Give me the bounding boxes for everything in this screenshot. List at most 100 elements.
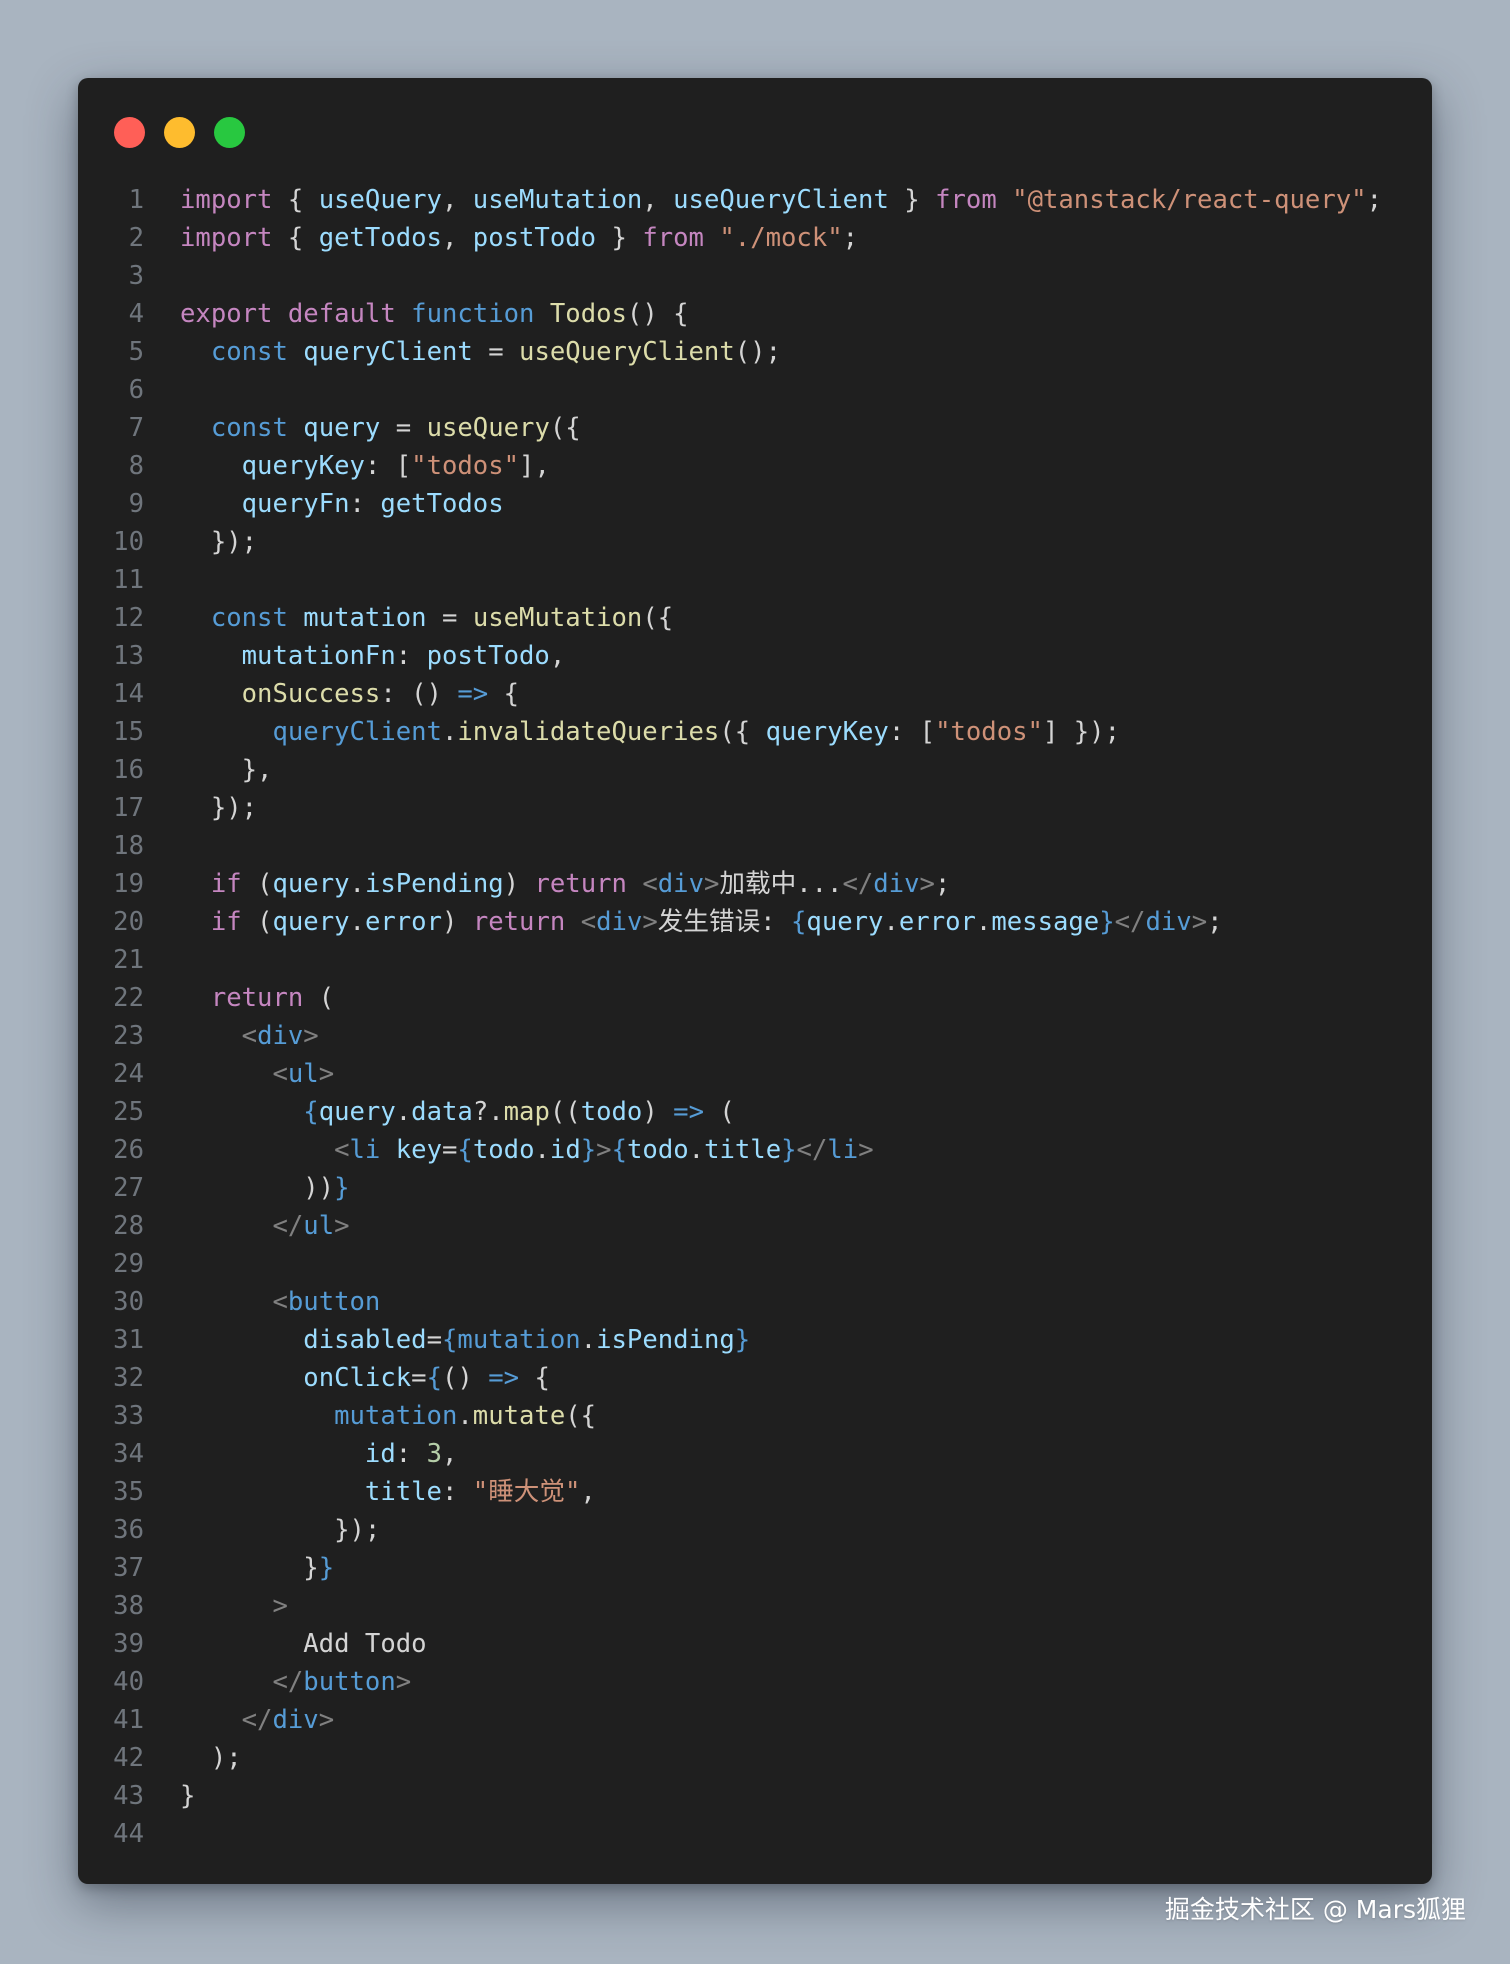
line-content: const queryClient = useQueryClient();: [180, 333, 781, 371]
code-token: from: [642, 223, 704, 253]
code-token: <: [642, 869, 658, 899]
code-token: >: [303, 1021, 319, 1051]
line-number: 27: [113, 1173, 144, 1203]
code-token: =>: [457, 679, 489, 709]
code-token: }: [180, 1781, 196, 1811]
line-content: );: [180, 1739, 242, 1777]
code-token: :: [349, 489, 381, 519]
line-number: 5: [128, 337, 144, 367]
code-token: <: [334, 1135, 350, 1165]
code-token: (: [241, 869, 273, 899]
code-token: id: [364, 1439, 396, 1469]
line-content: mutation.mutate({: [180, 1397, 596, 1435]
maximize-dot-icon[interactable]: [214, 117, 245, 148]
code-token: queryKey: [241, 451, 365, 481]
code-token: div: [596, 907, 643, 937]
code-token: },: [180, 755, 273, 785]
code-token: const: [210, 337, 288, 367]
code-token: "@tanstack/react-query": [1012, 185, 1367, 215]
line-number: 24: [113, 1059, 144, 1089]
code-token: query: [272, 907, 350, 937]
code-token: getTodos: [318, 223, 442, 253]
code-token: ul: [303, 1211, 335, 1241]
code-token: =: [380, 413, 427, 443]
code-token: </: [272, 1667, 304, 1697]
code-token: }: [180, 1553, 319, 1583]
code-token: error: [898, 907, 976, 937]
code-token: ({: [642, 603, 674, 633]
code-token: queryKey: [765, 717, 889, 747]
line-content: </ul>: [180, 1207, 349, 1245]
line-number: 7: [128, 413, 144, 443]
code-token: .: [534, 1135, 550, 1165]
minimize-dot-icon[interactable]: [164, 117, 195, 148]
code-token: {: [441, 1325, 458, 1355]
line-content: onClick={() => {: [180, 1359, 550, 1397]
code-token: });: [180, 1515, 381, 1545]
line-number: 32: [113, 1363, 144, 1393]
line-content: const mutation = useMutation({: [180, 599, 673, 637]
code-token: query: [303, 413, 381, 443]
line-content: });: [180, 789, 257, 827]
code-token: </: [272, 1211, 304, 1241]
code-token: .: [580, 1325, 597, 1355]
code-token: id: [549, 1135, 581, 1165]
line-content: },: [180, 751, 273, 789]
code-token: <: [272, 1287, 288, 1317]
code-token: postTodo: [426, 641, 550, 671]
line-number: 13: [113, 641, 144, 671]
code-token: ,: [441, 223, 473, 253]
close-dot-icon[interactable]: [114, 117, 145, 148]
code-token: {: [426, 1363, 442, 1393]
line-number: 6: [128, 375, 144, 405]
code-token: .: [883, 907, 899, 937]
line-content: mutationFn: postTodo,: [180, 637, 566, 675]
line-number: 16: [113, 755, 144, 785]
code-token: =: [472, 337, 520, 367]
code-token: li: [349, 1135, 381, 1165]
code-token: mutate: [472, 1401, 566, 1431]
line-number: 18: [113, 831, 144, 861]
code-token: div: [272, 1705, 319, 1735]
code-token: onSuccess: [241, 679, 381, 709]
code-token: return: [210, 983, 304, 1013]
code-token: ?.: [472, 1097, 504, 1127]
code-token: }: [888, 185, 936, 215]
code-token: }: [318, 1553, 335, 1583]
code-token: if: [210, 907, 242, 937]
code-token: {: [457, 1135, 473, 1165]
code-token: }: [596, 223, 643, 253]
line-number: 34: [113, 1439, 144, 1469]
line-number: 12: [113, 603, 144, 633]
code-token: 3: [426, 1439, 442, 1469]
code-token: function: [411, 299, 535, 329]
code-token: =>: [488, 1363, 520, 1393]
line-content: });: [180, 523, 257, 561]
code-token: .: [349, 907, 365, 937]
code-token: {: [519, 1363, 550, 1393]
code-token: =: [411, 1363, 427, 1393]
line-number: 2: [128, 223, 144, 253]
code-token: ();: [734, 337, 781, 367]
code-token: useQueryClient: [519, 337, 735, 367]
line-content: queryFn: getTodos: [180, 485, 504, 523]
code-token: return: [534, 869, 627, 899]
line-content: id: 3,: [180, 1435, 458, 1473]
code-token: =: [442, 1135, 458, 1165]
code-token: {: [272, 185, 319, 215]
code-token: export: [180, 299, 273, 329]
